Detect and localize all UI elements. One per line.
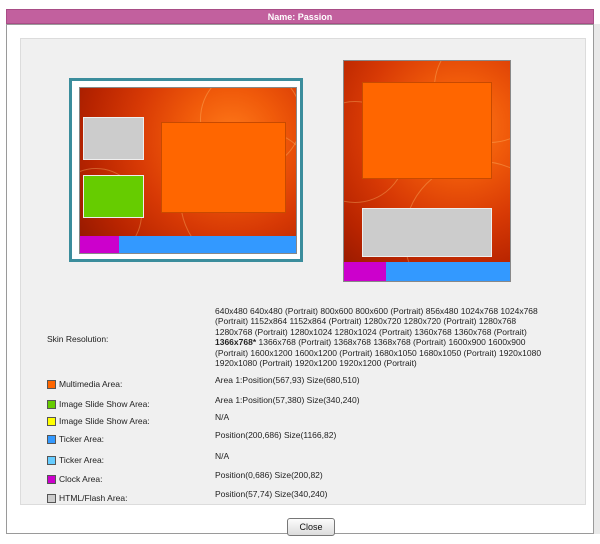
area-label-text: Ticker Area: [59, 434, 105, 444]
clock-area [344, 262, 386, 281]
ticker-area [119, 236, 296, 253]
landscape-preview [79, 87, 297, 254]
color-swatch-icon [47, 416, 56, 426]
area-legend-label: Clock Area: [47, 474, 102, 484]
portrait-preview [343, 60, 511, 282]
resolution-line: 1366x768* 1366x768 (Portrait) 1368x768 1… [215, 337, 587, 347]
html-flash-area [362, 208, 492, 257]
multimedia-area [362, 82, 492, 179]
dialog-title-bar: Name: Passion [6, 9, 594, 24]
area-value: N/A [215, 451, 230, 461]
area-label-text: HTML/Flash Area: [59, 493, 128, 503]
area-legend-label: Ticker Area: [47, 455, 104, 465]
area-value: Position(200,686) Size(1166,82) [215, 430, 337, 440]
resolution-line: (Portrait) 1600x1200 1600x1200 (Portrait… [215, 347, 542, 358]
area-value: Position(57,74) Size(340,240) [215, 489, 328, 499]
area-value: Position(0,686) Size(200,82) [215, 470, 323, 480]
area-value: Area 1:Position(57,380) Size(340,240) [215, 395, 360, 405]
color-swatch-icon [47, 474, 56, 484]
area-legend-label: Image Slide Show Area: [47, 416, 150, 426]
color-swatch-icon [47, 379, 56, 389]
dialog-title: Name: Passion [267, 12, 333, 22]
skin-resolution-values: 640x480 640x480 (Portrait) 800x600 800x6… [215, 306, 587, 368]
color-swatch-icon [47, 455, 56, 465]
clock-area [80, 236, 119, 253]
area-value: Area 1:Position(567,93) Size(680,510) [215, 375, 360, 385]
multimedia-area [161, 122, 286, 213]
area-legend-label: HTML/Flash Area: [47, 493, 128, 503]
html-flash-area [83, 117, 144, 160]
area-label-text: Image Slide Show Area: [59, 416, 150, 426]
area-legend-label: Multimedia Area: [47, 379, 122, 389]
area-label-text: Image Slide Show Area: [59, 399, 150, 409]
area-label-text: Multimedia Area: [59, 379, 123, 389]
scrollbar[interactable] [594, 24, 600, 534]
resolution-line-rest: 1366x768 (Portrait) 1368x768 1368x768 (P… [256, 337, 526, 348]
resolution-line: 640x480 640x480 (Portrait) 800x600 800x6… [215, 306, 538, 316]
resolution-highlight: 1366x768* [215, 337, 257, 348]
skin-resolution-label: Skin Resolution: [47, 334, 109, 344]
color-swatch-icon [47, 434, 56, 444]
area-label-text: Ticker Area: [59, 455, 105, 465]
resolution-line: 1280x768 (Portrait) 1280x1024 1280x1024 … [215, 326, 527, 337]
area-legend-label: Image Slide Show Area: [47, 399, 150, 409]
image-slide-show-area [83, 175, 144, 218]
color-swatch-icon [47, 493, 56, 503]
color-swatch-icon [47, 399, 56, 409]
area-label-text: Clock Area: [59, 474, 103, 484]
area-legend-label: Ticker Area: [47, 434, 104, 444]
close-button[interactable]: Close [287, 518, 335, 536]
area-value: N/A [215, 412, 230, 422]
resolution-line: (Portrait) 1152x864 1152x864 (Portrait) … [215, 316, 517, 327]
resolution-line: 1920x1080 (Portrait) 1920x1200 1920x1200… [215, 358, 417, 369]
ticker-area [386, 262, 510, 281]
